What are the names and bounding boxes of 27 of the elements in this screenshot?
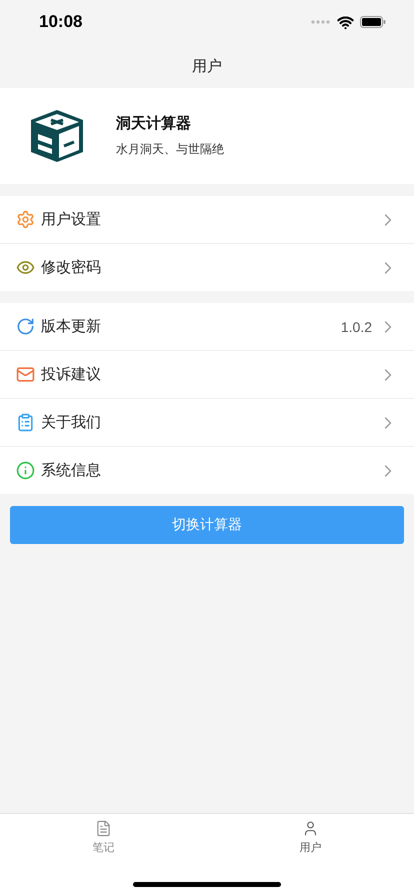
person-icon xyxy=(302,820,319,837)
wifi-icon xyxy=(337,14,354,30)
document-icon xyxy=(95,820,112,837)
cube-logo-icon xyxy=(28,108,86,164)
menu-item[interactable]: 版本更新 1.0.2 xyxy=(0,303,414,351)
version-value: 1.0.2 xyxy=(340,318,372,334)
page-title: 用户 xyxy=(192,56,222,76)
tab-item[interactable]: 用户 xyxy=(207,814,414,855)
menu-item[interactable]: 关于我们 xyxy=(0,399,414,447)
app-name: 洞天计算器 xyxy=(116,114,192,133)
menu-label: 投诉建议 xyxy=(41,365,102,384)
menu-label: 用户设置 xyxy=(41,210,102,229)
menu-item[interactable]: 投诉建议 xyxy=(0,351,414,399)
app-motto: 水月洞天、与世隔绝 xyxy=(116,141,224,158)
signal-icon xyxy=(311,20,331,24)
status-time: 10:08 xyxy=(39,12,82,32)
tab-label: 用户 xyxy=(300,840,322,855)
battery-icon xyxy=(360,16,386,28)
tab-item[interactable]: 笔记 xyxy=(0,814,207,855)
menu-item[interactable]: 修改密码 xyxy=(0,244,414,291)
menu-label: 系统信息 xyxy=(41,461,102,480)
menu-item[interactable]: 用户设置 xyxy=(0,196,414,244)
menu-label: 修改密码 xyxy=(41,258,102,277)
menu-label: 版本更新 xyxy=(41,317,102,336)
tab-label: 笔记 xyxy=(92,840,114,855)
menu-item[interactable]: 系统信息 xyxy=(0,447,414,494)
menu-label: 关于我们 xyxy=(41,413,102,432)
